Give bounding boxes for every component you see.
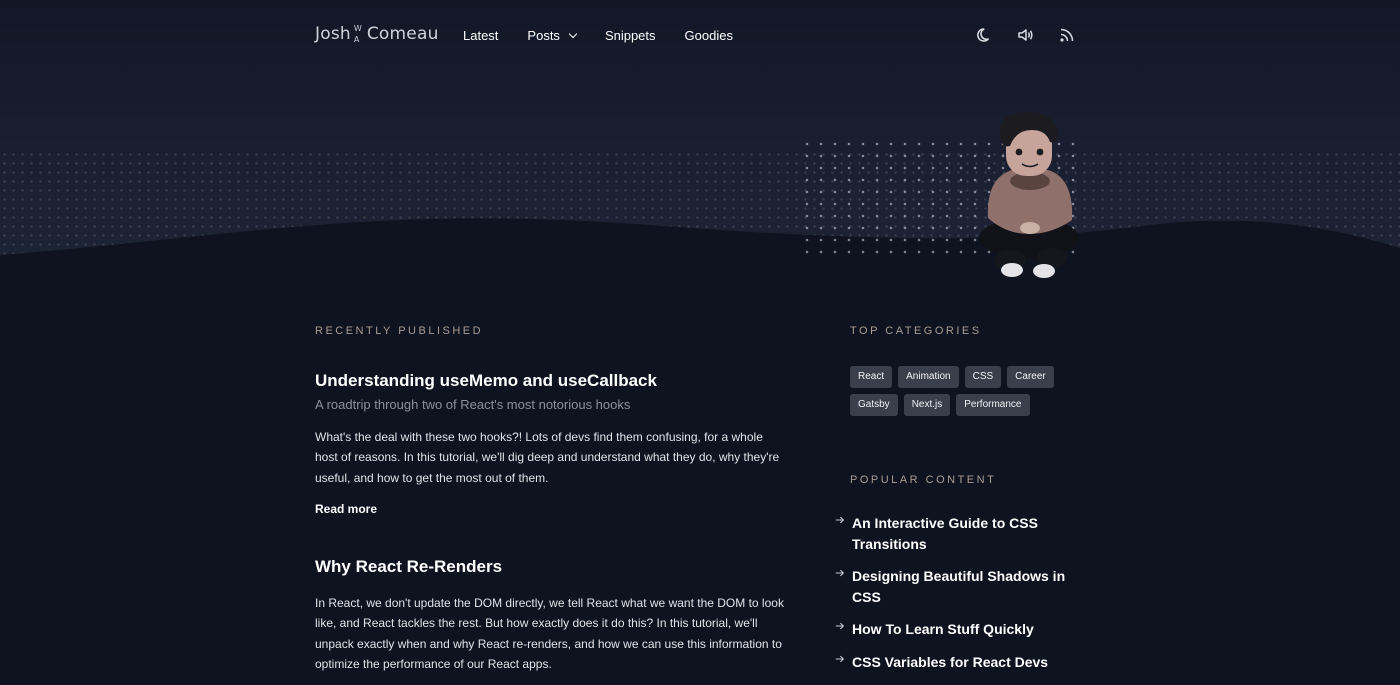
tag-performance[interactable]: Performance	[956, 394, 1030, 416]
avatar-illustration	[979, 111, 1079, 278]
categories-heading: Top Categories	[850, 325, 982, 337]
arrow-right-icon	[835, 622, 845, 630]
nav-snippets[interactable]: Snippets	[605, 28, 656, 43]
site-logo[interactable]: Josh W A Comeau	[315, 24, 439, 44]
post-title-usememo[interactable]: Understanding useMemo and useCallback	[315, 371, 657, 391]
nav-goodies[interactable]: Goodies	[685, 28, 733, 43]
chevron-down-icon	[568, 29, 578, 39]
post-title-rerenders[interactable]: Why React Re-Renders	[315, 557, 502, 577]
nav-snippets-label: Snippets	[604, 28, 656, 43]
read-more-link[interactable]: Read more	[315, 502, 377, 516]
popular-item-link[interactable]: How To Learn Stuff Quickly	[852, 619, 1034, 640]
recent-heading: Recently Published	[315, 325, 484, 337]
tag-react[interactable]: React	[850, 366, 893, 388]
logo-mark: W A	[353, 24, 365, 44]
category-tags: React Animation CSS Career Gatsby Next.j…	[850, 366, 1080, 416]
popular-item[interactable]: How To Learn Stuff Quickly	[828, 619, 1068, 640]
logo-last: Comeau	[366, 24, 439, 44]
volume-icon[interactable]	[1017, 27, 1035, 43]
hero-wave	[0, 218, 1400, 300]
arrow-right-icon	[835, 655, 845, 662]
arrow-right-icon	[835, 569, 845, 577]
main-nav: Latest Posts Snippets Goodies	[463, 28, 762, 43]
tag-css[interactable]: CSS	[964, 366, 1002, 388]
popular-item-link[interactable]: An Interactive Guide to CSS Transitions	[852, 513, 1068, 554]
popular-item-link[interactable]: Designing Beautiful Shadows in CSS	[852, 566, 1068, 607]
rss-icon[interactable]	[1059, 27, 1075, 43]
logo-mark-top: W	[353, 24, 362, 33]
post-excerpt: In React, we don't update the DOM direct…	[315, 596, 784, 671]
popular-item-link[interactable]: CSS Variables for React Devs	[852, 652, 1048, 673]
popular-item[interactable]: An Interactive Guide to CSS Transitions	[828, 513, 1068, 554]
post-excerpt: What's the deal with these two hooks?! L…	[315, 430, 780, 485]
nav-latest-label: Latest	[463, 28, 499, 43]
popular-heading: Popular Content	[850, 474, 997, 486]
nav-goodies-label: Goodies	[684, 28, 733, 43]
moon-icon[interactable]	[977, 27, 993, 43]
nav-latest[interactable]: Latest	[463, 28, 498, 43]
tag-gatsby[interactable]: Gatsby	[850, 394, 898, 416]
site-header: Josh W A Comeau Latest Posts Snippets Go…	[0, 0, 1400, 72]
nav-posts-label: Posts	[527, 28, 560, 43]
tag-career[interactable]: Career	[1007, 366, 1054, 388]
arrow-right-icon	[835, 516, 845, 524]
popular-item[interactable]: Designing Beautiful Shadows in CSS	[828, 566, 1068, 607]
logo-first: Josh	[315, 24, 351, 44]
popular-item[interactable]: CSS Variables for React Devs	[828, 652, 1068, 673]
tag-animation[interactable]: Animation	[898, 366, 959, 388]
post-subtitle: A roadtrip through two of React's most n…	[315, 397, 631, 412]
logo-mark-bottom: A	[353, 35, 360, 44]
popular-list: An Interactive Guide to CSS Transitions …	[828, 513, 1068, 684]
header-actions	[977, 27, 1075, 43]
nav-posts[interactable]: Posts	[527, 28, 578, 43]
tag-nextjs[interactable]: Next.js	[903, 394, 951, 416]
